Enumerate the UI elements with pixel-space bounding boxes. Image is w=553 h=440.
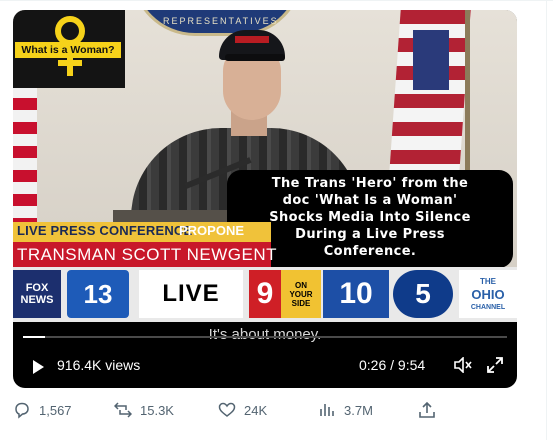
view-count: 916.4K views [57, 357, 141, 373]
like-button[interactable]: 24K [218, 398, 267, 422]
yourside-line-3: SIDE [291, 298, 311, 308]
reply-count: 1,567 [39, 402, 72, 418]
reply-button[interactable]: 1,567 [13, 398, 72, 422]
caption-line-1: The Trans 'Hero' from the [271, 176, 469, 191]
views-button[interactable]: 3.7M [318, 398, 373, 422]
share-icon [419, 401, 435, 418]
lower-third-top-extra: PROPONE [179, 223, 245, 238]
analytics-icon [320, 404, 334, 416]
seal-text: REPRESENTATIVES [163, 16, 279, 26]
channel-10-logo: 10 [323, 270, 389, 318]
right-divider [546, 0, 547, 440]
ohio-channel-logo: THE OHIO CHANNEL [459, 270, 517, 318]
top-divider [0, 0, 553, 1]
play-icon[interactable] [30, 359, 46, 375]
ohio-line-1: THE [480, 276, 496, 286]
tweet-card: REPRESENTATIVES What is a Woman? The Tra… [0, 0, 553, 440]
views-count: 3.7M [344, 402, 373, 418]
video-player[interactable]: REPRESENTATIVES What is a Woman? The Tra… [13, 10, 517, 388]
share-button[interactable] [418, 398, 444, 422]
repost-icon [114, 402, 132, 418]
fox-line-2: NEWS [20, 294, 54, 306]
caption-line-2: doc 'What Is a Woman' [282, 193, 458, 208]
ohio-line-3: CHANNEL [470, 303, 506, 311]
ohio-line-2: OHIO [471, 286, 505, 302]
fox-line-1: FOX [25, 282, 49, 294]
cap-logo [235, 36, 269, 43]
video-frame: REPRESENTATIVES What is a Woman? The Tra… [13, 10, 517, 322]
subtitle: It's about money. [208, 326, 322, 343]
live-logo: LIVE [139, 270, 243, 318]
repost-button[interactable]: 15.3K [114, 398, 174, 422]
volume-muted-icon[interactable] [454, 357, 472, 373]
fullscreen-icon[interactable] [487, 357, 503, 373]
reply-icon [15, 402, 29, 419]
venus-cross [58, 60, 82, 66]
on-your-side-logo: ON YOUR SIDE [281, 270, 321, 318]
channel-5-logo: 5 [393, 270, 453, 318]
tweet-actions: 1,567 15.3K 24K 3.7M [0, 398, 553, 422]
flag-canton [413, 30, 449, 90]
lower-third-top-label: LIVE PRESS CONFERENCE [17, 223, 193, 238]
progress-fill [23, 336, 45, 338]
heart-icon [218, 402, 236, 417]
cap-brim [225, 54, 285, 61]
yourside-line-2: YOUR [289, 289, 313, 299]
repost-count: 15.3K [140, 402, 174, 418]
like-count: 24K [244, 402, 268, 418]
time-display: 0:26 / 9:54 [359, 357, 426, 373]
progress-track[interactable] [23, 336, 507, 338]
channel-9-logo: 9 [249, 270, 281, 318]
lower-third-bottom-label: TRANSMAN SCOTT NEWGENT [17, 245, 278, 264]
fox-news-logo: FOX NEWS [13, 270, 61, 318]
channel-13-logo: 13 [67, 270, 129, 318]
yourside-line-1: ON [295, 280, 307, 290]
logo-label: What is a Woman? [15, 42, 121, 58]
